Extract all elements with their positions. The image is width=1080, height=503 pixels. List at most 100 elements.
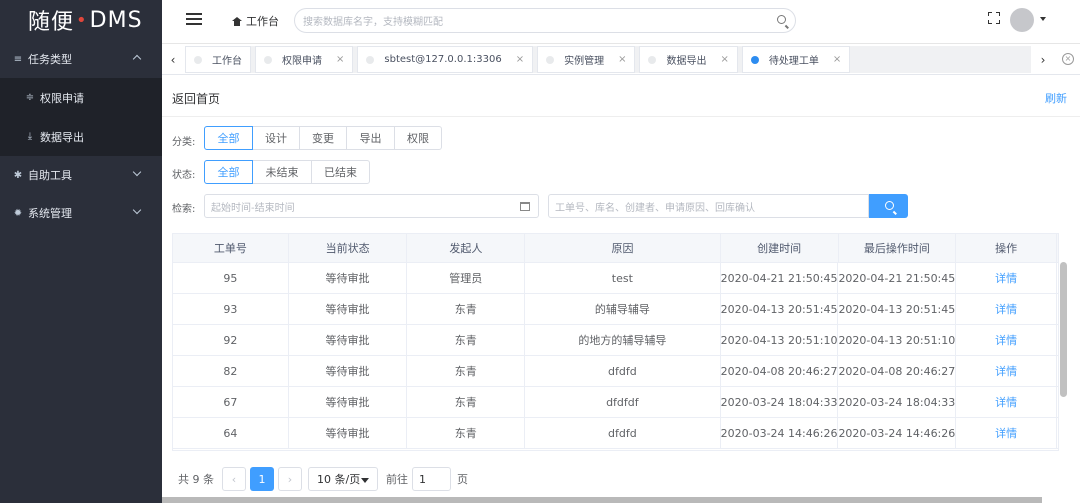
status-label: 状态: xyxy=(172,170,196,181)
chevron-down-icon xyxy=(132,167,142,177)
cell-initiator: 东青 xyxy=(407,387,526,417)
tab-dot-icon xyxy=(546,55,555,64)
table-body: 95 等待审批 管理员 test 2020-04-21 21:50:45 2020-04-… xyxy=(173,263,1058,449)
header-last-operated-at[interactable]: 最后操作时间 xyxy=(839,234,957,262)
tab-data-export[interactable]: 数据导出 × xyxy=(639,46,738,73)
category-permission-button[interactable]: 权限 xyxy=(394,126,442,150)
tab-dot-icon xyxy=(366,55,375,64)
cell-last-operated-at: 2020-04-21 21:50:45 xyxy=(838,263,957,293)
sidebar: 随便 • DMS ≡ 任务类型 ≑ 权限申请 ⤓ 数据导出 ✱ 自助工具 ✹ 系统管… xyxy=(0,0,162,503)
close-icon[interactable]: × xyxy=(516,54,524,65)
tabs-bar: ‹ 工作台 权限申请 × sbtest@127.0.0.1:3306 × 实例管理 ×… xyxy=(162,44,1080,75)
refresh-link[interactable]: 刷新 xyxy=(1045,90,1067,106)
sidebar-item-task-type[interactable]: ≡ 任务类型 xyxy=(0,40,162,78)
header-status[interactable]: 当前状态 xyxy=(289,234,408,262)
search-button[interactable] xyxy=(869,194,908,218)
header-ticket-id[interactable]: 工单号 xyxy=(173,234,289,262)
details-link[interactable]: 详情 xyxy=(956,325,1058,355)
status-finished-button[interactable]: 已结束 xyxy=(311,160,370,184)
pagination-prev-button[interactable]: ‹ xyxy=(222,467,246,491)
category-all-button[interactable]: 全部 xyxy=(204,126,253,150)
tab-pending-tickets[interactable]: 待处理工单 × xyxy=(741,46,851,73)
status-filter-group: 全部 未结束 已结束 xyxy=(204,160,370,184)
cell-initiator: 东青 xyxy=(407,294,526,324)
table-row: 95 等待审批 管理员 test 2020-04-21 21:50:45 2020-04-… xyxy=(173,263,1058,294)
cell-reason: 的辅导辅导 xyxy=(525,294,721,324)
cell-last-operated-at: 2020-04-08 20:46:27 xyxy=(838,356,957,386)
cell-ticket-id: 95 xyxy=(173,263,289,293)
keyword-search-input[interactable]: 工单号、库名、创建者、申请原因、回库确认 xyxy=(548,194,869,218)
close-icon[interactable]: × xyxy=(833,54,841,65)
status-unfinished-button[interactable]: 未结束 xyxy=(252,160,312,184)
table-header-row: 工单号 当前状态 发起人 原因 创建时间 最后操作时间 操作 xyxy=(173,234,1058,263)
header-initiator[interactable]: 发起人 xyxy=(407,234,526,262)
header-created-at[interactable]: 创建时间 xyxy=(721,234,839,262)
cell-reason: dfdfd xyxy=(525,418,721,448)
app-logo[interactable]: 随便 • DMS xyxy=(0,0,162,40)
date-range-input[interactable]: 起始时间-结束时间 xyxy=(204,194,539,218)
table-scrollbar[interactable] xyxy=(1060,262,1067,397)
pagination-page-1[interactable]: 1 xyxy=(250,467,274,491)
filter-icon: ≑ xyxy=(25,92,35,103)
tabs-prev-button[interactable]: ‹ xyxy=(162,44,184,75)
page-size-select[interactable]: 10 条/页 xyxy=(308,467,378,491)
chevron-left-icon: ‹ xyxy=(231,472,237,486)
breadcrumb[interactable]: 工作台 xyxy=(232,13,279,29)
sidebar-item-permission-request[interactable]: ≑ 权限申请 xyxy=(0,78,162,117)
hamburger-menu-icon[interactable] xyxy=(186,13,202,25)
cell-created-at: 2020-04-08 20:46:27 xyxy=(721,356,839,386)
cell-status: 等待审批 xyxy=(289,263,408,293)
search-input[interactable]: 搜索数据库名字，支持模糊匹配 xyxy=(294,8,796,33)
sidebar-item-system-admin[interactable]: ✹ 系统管理 xyxy=(0,194,162,232)
details-link[interactable]: 详情 xyxy=(956,263,1058,293)
cell-created-at: 2020-04-13 20:51:45 xyxy=(721,294,839,324)
cell-reason: test xyxy=(525,263,721,293)
chevron-right-icon: › xyxy=(287,472,293,486)
details-link[interactable]: 详情 xyxy=(956,294,1058,324)
cell-last-operated-at: 2020-03-24 18:04:33 xyxy=(838,387,957,417)
sidebar-item-data-export[interactable]: ⤓ 数据导出 xyxy=(0,117,162,156)
search-icon[interactable] xyxy=(777,15,786,24)
close-icon[interactable]: × xyxy=(618,54,626,65)
tab-workbench[interactable]: 工作台 xyxy=(185,46,251,73)
sidebar-item-self-tools[interactable]: ✱ 自助工具 xyxy=(0,156,162,194)
tabs-next-button[interactable]: › xyxy=(1032,44,1054,75)
goto-page-input[interactable]: 1 xyxy=(412,467,451,491)
row-spacer xyxy=(1057,387,1058,417)
row-spacer xyxy=(1057,294,1058,324)
tab-instance-management[interactable]: 实例管理 × xyxy=(537,46,636,73)
tab-dot-icon xyxy=(648,55,657,64)
cell-ticket-id: 93 xyxy=(173,294,289,324)
status-all-button[interactable]: 全部 xyxy=(204,160,253,184)
details-link[interactable]: 详情 xyxy=(956,356,1058,386)
back-home-link[interactable]: 返回首页 xyxy=(172,90,220,107)
close-all-tabs-icon[interactable]: × xyxy=(1062,53,1074,65)
header-reason[interactable]: 原因 xyxy=(525,234,721,262)
chevron-up-icon xyxy=(132,54,142,64)
pagination-next-button[interactable]: › xyxy=(278,467,302,491)
close-icon[interactable]: × xyxy=(720,54,728,65)
pagination: 共 9 条 ‹ 1 › 10 条/页 前往 1 页 xyxy=(178,467,468,491)
search-icon xyxy=(885,201,894,210)
cell-initiator: 东青 xyxy=(407,356,526,386)
main-content: 返回首页 刷新 分类: 全部 设计 变更 导出 权限 状态: 全部 未结束 已结… xyxy=(162,76,1080,503)
cell-reason: 的地方的辅导辅导 xyxy=(525,325,721,355)
category-change-button[interactable]: 变更 xyxy=(299,126,347,150)
divider xyxy=(162,116,1080,117)
tickets-table: 工单号 当前状态 发起人 原因 创建时间 最后操作时间 操作 95 等待审批 管理员… xyxy=(172,233,1059,451)
close-icon[interactable]: × xyxy=(336,54,344,65)
category-export-button[interactable]: 导出 xyxy=(346,126,395,150)
caret-down-icon[interactable] xyxy=(1040,17,1046,21)
tools-icon: ✱ xyxy=(13,169,23,181)
fullscreen-icon[interactable] xyxy=(988,12,1000,24)
details-link[interactable]: 详情 xyxy=(956,387,1058,417)
details-link[interactable]: 详情 xyxy=(956,418,1058,448)
category-label: 分类: xyxy=(172,137,196,148)
header-spacer xyxy=(1057,234,1058,262)
category-design-button[interactable]: 设计 xyxy=(252,126,300,150)
tab-sbtest[interactable]: sbtest@127.0.0.1:3306 × xyxy=(357,46,534,73)
tab-dot-icon xyxy=(194,55,202,64)
horizontal-scrollbar[interactable] xyxy=(162,497,1042,503)
avatar[interactable] xyxy=(1010,8,1034,32)
tab-permission-request[interactable]: 权限申请 × xyxy=(255,46,354,73)
